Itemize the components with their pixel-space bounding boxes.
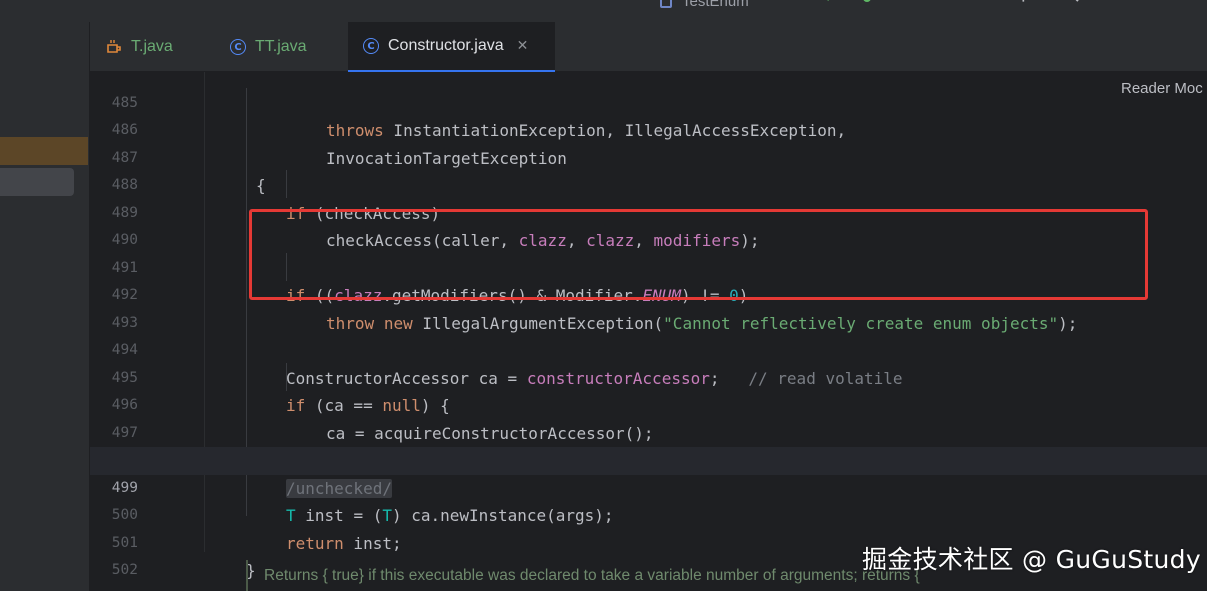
- selected-tree-item[interactable]: [0, 137, 88, 165]
- code-line-486[interactable]: 486 InvocationTargetException: [90, 90, 1207, 168]
- run-icon[interactable]: [815, 0, 835, 8]
- class-icon: C: [230, 39, 246, 55]
- code-line-498[interactable]: 498 /unchecked/: [90, 420, 1207, 498]
- class-icon: C: [363, 38, 379, 54]
- code-line-497[interactable]: 497 }: [90, 392, 1207, 471]
- code-line-501[interactable]: 501 }: [90, 502, 1207, 581]
- more-icon[interactable]: [903, 0, 923, 8]
- toolbar-left: [0, 0, 90, 22]
- code-line-500[interactable]: 500 return inst;: [90, 475, 1207, 553]
- rendered-doc-comment[interactable]: Returns { true} if this executable was d…: [264, 567, 920, 585]
- hovered-tree-item[interactable]: [0, 168, 74, 196]
- code-line-485[interactable]: 485 throws InstantiationException, Illeg…: [90, 62, 1207, 141]
- doc-comment-bar: [246, 560, 248, 591]
- tab-label: TT.java: [255, 38, 307, 55]
- highlight-annotation-box: [249, 209, 1148, 300]
- add-user-icon[interactable]: [1010, 0, 1030, 8]
- reader-mode-toggle[interactable]: Reader Moc: [1121, 80, 1203, 97]
- line-number: 502: [111, 562, 138, 578]
- code-line-494[interactable]: 494 ConstructorAccessor ca = constructor…: [90, 310, 1207, 388]
- code-line-499-current[interactable]: 499 T inst = (T) ca.newInstance(args);: [90, 447, 1207, 525]
- watermark: 掘金技术社区 @ GuGuStudy: [862, 545, 1201, 574]
- run-configuration-selector[interactable]: TestEnum: [660, 0, 749, 10]
- close-tab-icon[interactable]: ✕: [517, 38, 529, 54]
- search-icon[interactable]: [1060, 0, 1080, 8]
- run-config-label: TestEnum: [682, 0, 749, 10]
- run-config-icon: [660, 0, 672, 9]
- code-line-489[interactable]: 489 checkAccess(caller, clazz, clazz, mo…: [90, 172, 1207, 251]
- debug-icon[interactable]: [857, 0, 877, 8]
- code-line-488[interactable]: 488 if (checkAccess): [90, 145, 1207, 223]
- tab-label: Constructor.java: [388, 37, 504, 54]
- code-line-495[interactable]: 495 if (ca == null) {: [90, 337, 1207, 416]
- java-file-icon: [106, 39, 122, 55]
- project-panel: [0, 22, 90, 591]
- code-line-487[interactable]: 487 {: [90, 117, 1207, 196]
- main-toolbar: TestEnum: [0, 0, 1207, 22]
- tab-label: T.java: [131, 38, 173, 55]
- code-line-496[interactable]: 496 ca = acquireConstructorAccessor();: [90, 365, 1207, 443]
- settings-icon[interactable]: [1108, 0, 1128, 8]
